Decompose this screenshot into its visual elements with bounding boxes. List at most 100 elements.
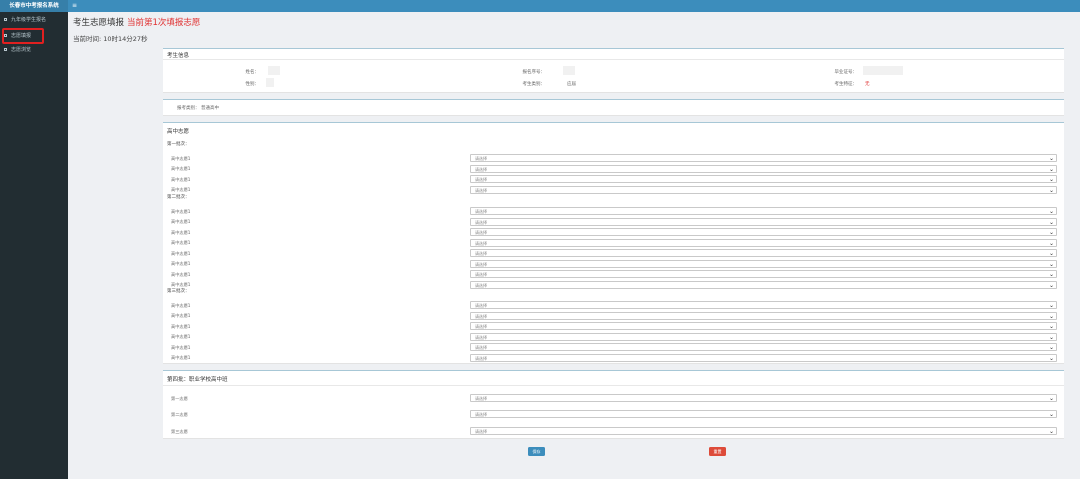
- select-placeholder: 请选择: [475, 177, 487, 182]
- select-placeholder: 请选择: [475, 412, 487, 417]
- select-placeholder: 请选择: [475, 156, 487, 161]
- sidebar-item-label: 志愿浏览: [11, 47, 32, 53]
- chevron-down-icon: ⌄: [1048, 229, 1054, 236]
- exam-type-value: 普通高中: [201, 106, 219, 111]
- exam-type-panel: 报考类别： 普通高中: [163, 99, 1064, 116]
- selection-highlight: [2, 28, 44, 44]
- school-select[interactable]: 请选择 ⌄: [470, 322, 1057, 330]
- school-select[interactable]: 请选择 ⌄: [470, 154, 1057, 162]
- select-placeholder: 请选择: [475, 355, 487, 361]
- chevron-down-icon: ⌄: [1048, 155, 1054, 162]
- reg-no-label: 报名序号：: [522, 70, 546, 75]
- row-label: 高中志愿1: [171, 229, 191, 235]
- row-label: 高中志愿1: [171, 176, 191, 182]
- select-placeholder: 请选择: [475, 324, 487, 329]
- sidebar: 九年级学生报名 志愿填报 志愿浏览: [0, 12, 68, 479]
- row-label: 高中志愿1: [171, 240, 191, 245]
- chevron-down-icon: ⌄: [1048, 218, 1054, 226]
- section-title: 高中志愿: [167, 129, 190, 135]
- chevron-down-icon: ⌄: [1048, 323, 1054, 330]
- chevron-down-icon: ⌄: [1048, 239, 1054, 247]
- row-label: 高中志愿1: [171, 271, 191, 277]
- chevron-down-icon: ⌄: [1048, 250, 1054, 257]
- select-placeholder: 请选择: [475, 219, 487, 225]
- sidebar-item-browse[interactable]: 志愿浏览: [0, 45, 68, 55]
- square-icon: [4, 18, 7, 21]
- school-select[interactable]: 请选择 ⌄: [470, 185, 1057, 194]
- select-placeholder: 请选择: [475, 272, 487, 277]
- category-value: 应届: [567, 82, 576, 87]
- school-select[interactable]: 请选择 ⌄: [470, 164, 1057, 173]
- select-placeholder: 请选择: [475, 251, 487, 256]
- school-select[interactable]: 请选择 ⌄: [470, 228, 1057, 236]
- page-title: 考生志愿填报 当前第1次填报志愿: [73, 16, 200, 28]
- name-value: [268, 66, 280, 75]
- batch1-label: 第一批次：: [167, 142, 190, 147]
- cert-no-label: 毕业证号：: [834, 70, 858, 75]
- chevron-down-icon: ⌄: [1048, 165, 1054, 173]
- school-select[interactable]: 请选择 ⌄: [470, 217, 1057, 226]
- chevron-down-icon: ⌄: [1048, 271, 1054, 278]
- row-label: 第三志愿: [171, 428, 188, 434]
- chevron-down-icon: ⌄: [1048, 428, 1054, 435]
- row-label: 高中志愿1: [171, 355, 191, 360]
- select-placeholder: 请选择: [475, 429, 487, 434]
- chevron-down-icon: ⌄: [1048, 333, 1054, 341]
- school-select[interactable]: 请选择 ⌄: [470, 249, 1057, 257]
- chevron-down-icon: ⌄: [1048, 281, 1054, 289]
- round-notice: 当前第1次填报志愿: [127, 18, 201, 28]
- select-placeholder: 请选择: [475, 230, 487, 235]
- school-select[interactable]: 请选择 ⌄: [470, 207, 1057, 215]
- select-placeholder: 请选择: [475, 334, 487, 340]
- row-label: 高中志愿1: [171, 187, 191, 192]
- select-placeholder: 请选择: [475, 187, 487, 193]
- app-title: 长春市中考报名系统: [0, 0, 68, 12]
- row-label: 高中志愿1: [171, 344, 191, 350]
- select-placeholder: 请选择: [475, 345, 487, 350]
- school-select[interactable]: 请选择 ⌄: [470, 353, 1057, 362]
- reset-button[interactable]: 重置: [709, 447, 726, 456]
- select-placeholder: 请选择: [475, 396, 487, 401]
- row-label: 第二志愿: [171, 411, 188, 417]
- row-label: 高中志愿1: [171, 208, 191, 214]
- square-icon: [4, 48, 7, 51]
- select-placeholder: 请选择: [475, 209, 487, 214]
- chevron-down-icon: ⌄: [1048, 411, 1054, 418]
- school-select[interactable]: 请选择 ⌄: [470, 280, 1057, 289]
- sidebar-item-registration[interactable]: 九年级学生报名: [0, 15, 68, 25]
- student-info-panel: 考生信息 姓名： 报名序号： 毕业证号： 性别： 考生类别： 应届 考生特征： …: [163, 48, 1064, 93]
- current-time: 当前时间: 10时14分27秒: [73, 35, 148, 43]
- school-select[interactable]: 请选择 ⌄: [470, 343, 1057, 351]
- row-label: 高中志愿1: [171, 313, 191, 318]
- save-button[interactable]: 保存: [528, 447, 545, 456]
- chevron-down-icon: ⌄: [1048, 176, 1054, 183]
- category-label: 考生类别：: [522, 82, 546, 87]
- gender-label: 性别：: [245, 82, 260, 87]
- row-label: 高中志愿1: [171, 302, 191, 308]
- chevron-down-icon: ⌄: [1048, 312, 1054, 320]
- chevron-down-icon: ⌄: [1048, 395, 1054, 402]
- gender-value: [266, 78, 274, 87]
- vocational-select[interactable]: 请选择 ⌄: [470, 410, 1057, 418]
- school-select[interactable]: 请选择 ⌄: [470, 259, 1057, 268]
- chevron-down-icon: ⌄: [1048, 344, 1054, 351]
- school-select[interactable]: 请选择 ⌄: [470, 238, 1057, 247]
- select-placeholder: 请选择: [475, 303, 487, 308]
- school-select[interactable]: 请选择 ⌄: [470, 301, 1057, 309]
- school-select[interactable]: 请选择 ⌄: [470, 332, 1057, 341]
- batch3-label: 第三批次：: [167, 289, 190, 294]
- school-select[interactable]: 请选择 ⌄: [470, 270, 1057, 278]
- menu-icon[interactable]: ≡: [72, 2, 77, 10]
- feature-label: 考生特征：: [834, 82, 858, 87]
- select-placeholder: 请选择: [475, 282, 487, 288]
- vocational-select[interactable]: 请选择 ⌄: [470, 427, 1057, 435]
- school-select[interactable]: 请选择 ⌄: [470, 311, 1057, 320]
- chevron-down-icon: ⌄: [1048, 302, 1054, 309]
- school-select[interactable]: 请选择 ⌄: [470, 175, 1057, 183]
- feature-value: 无: [865, 82, 870, 87]
- row-label: 高中志愿1: [171, 334, 191, 339]
- row-label: 高中志愿1: [171, 155, 191, 161]
- vocational-select[interactable]: 请选择 ⌄: [470, 394, 1057, 402]
- chevron-down-icon: ⌄: [1048, 354, 1054, 362]
- batch2-label: 第二批次：: [167, 195, 190, 200]
